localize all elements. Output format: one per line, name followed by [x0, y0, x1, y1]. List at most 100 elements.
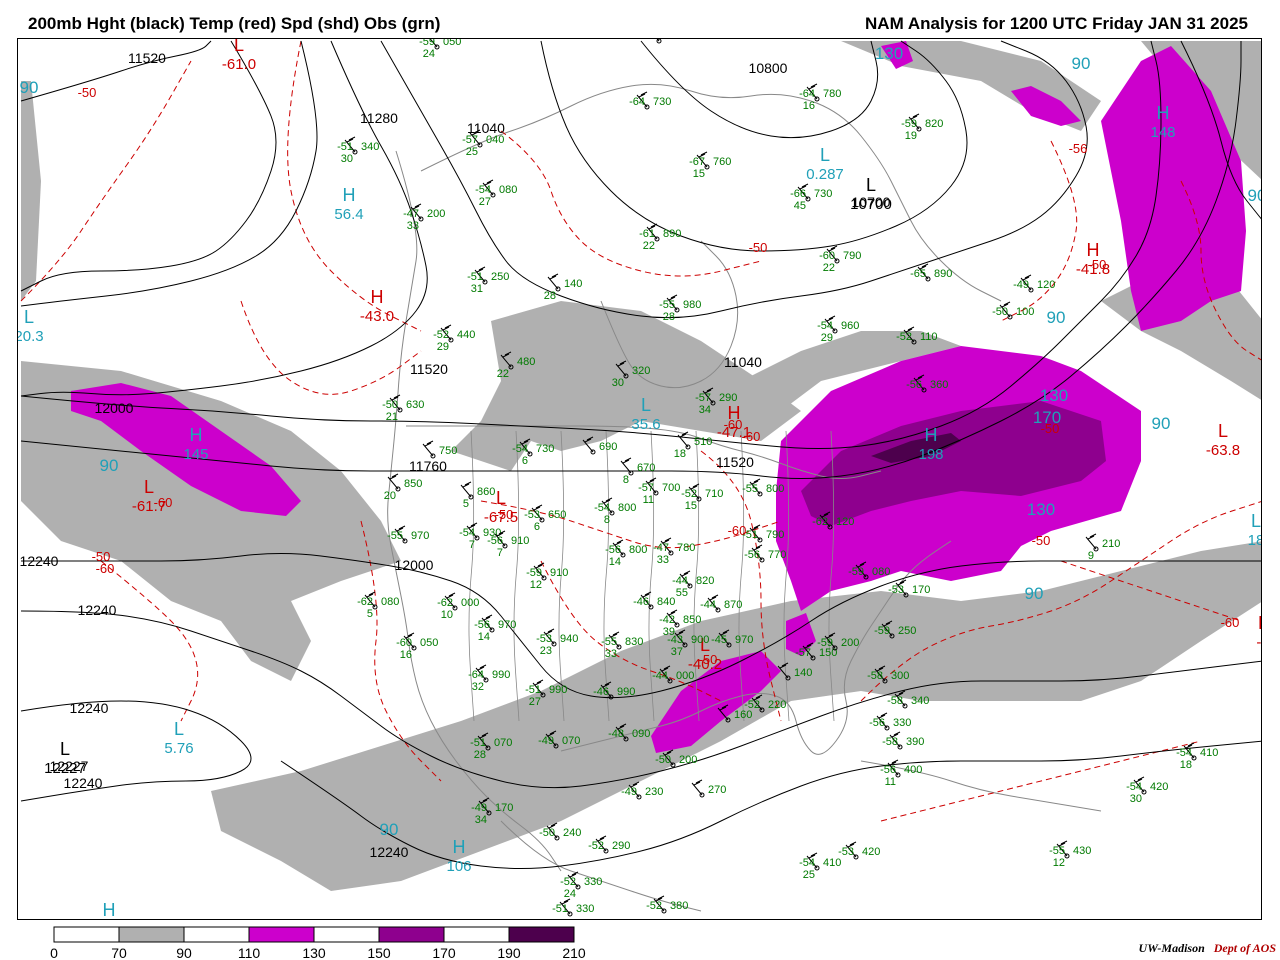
obs-height: 050: [443, 39, 461, 48]
station-observation: -53 420: [838, 841, 880, 860]
obs-height: 390: [906, 736, 924, 748]
height-contour-label: 12240: [78, 602, 117, 618]
obs-height: 330: [584, 876, 602, 888]
center-marker-letter: H: [371, 287, 384, 307]
center-marker-value: 0.287: [806, 166, 844, 183]
legend-color-bar: [53, 926, 575, 943]
legend-tick-label: 0: [50, 945, 58, 960]
height-contour: [20, 40, 212, 102]
obs-height: 430: [1073, 845, 1091, 857]
obs-temperature: -57: [695, 392, 711, 404]
obs-height: 960: [841, 320, 859, 332]
obs-temperature: -59: [848, 566, 864, 578]
obs-height: 940: [560, 633, 578, 645]
center-marker-value: -47.1: [717, 424, 751, 441]
obs-temperature: -53: [888, 584, 904, 596]
obs-dewpoint-depression: 18: [674, 448, 686, 460]
obs-temperature: -52: [646, 900, 662, 912]
station-observation: -55 980 28: [659, 294, 701, 323]
obs-dewpoint-depression: 29: [821, 332, 833, 344]
obs-height: 050: [420, 637, 438, 649]
height-contour: [380, 40, 1088, 319]
station-observation: -65 890: [910, 263, 952, 282]
obs-dewpoint-depression: 28: [474, 749, 486, 761]
temperature-contour: [1000, 140, 1078, 322]
obs-dewpoint-depression: 8: [623, 474, 629, 486]
temperature-contour-label: -56: [1069, 141, 1088, 156]
station-observation: -54 410 25: [799, 852, 841, 881]
obs-height: 800: [766, 483, 784, 495]
obs-height: 420: [1150, 781, 1168, 793]
station-observation: -50 100: [992, 301, 1034, 320]
obs-height: 820: [925, 118, 943, 130]
obs-height: 410: [823, 857, 841, 869]
height-contour-label: 11520: [716, 454, 754, 470]
obs-temperature: -57: [462, 134, 478, 146]
obs-height: 910: [550, 567, 568, 579]
center-marker-letter: H: [1157, 103, 1170, 123]
obs-height: 080: [872, 566, 890, 578]
height-contour: [20, 700, 252, 802]
wind-barb: [691, 779, 703, 796]
obs-temperature: -54: [1126, 781, 1142, 793]
obs-height: 990: [617, 686, 635, 698]
obs-temperature: -46: [593, 686, 609, 698]
station-observation: -52 710 15: [681, 483, 723, 512]
obs-height: 700: [662, 482, 680, 494]
obs-height: 910: [511, 535, 529, 547]
station-observation: -56 910 7: [487, 530, 529, 559]
obs-temperature: -64: [799, 88, 815, 100]
temperature-contour-label: -50: [92, 549, 111, 564]
obs-height: 800: [629, 544, 647, 556]
obs-height: 000: [676, 670, 694, 682]
obs-height: 850: [683, 614, 701, 626]
obs-temperature: -52: [433, 329, 449, 341]
weather-map: 11520 11280 11040 10800 10700 11040 11520 12000…: [17, 38, 1262, 920]
obs-temperature: -56: [744, 549, 760, 561]
station-observation: -56 970 14: [474, 614, 516, 643]
obs-dewpoint-depression: 37: [671, 646, 683, 658]
obs-temperature: -62: [812, 516, 828, 528]
obs-height: 290: [612, 840, 630, 852]
map-canvas: 1152011280110401080010700110401152012000…: [18, 39, 1262, 919]
obs-temperature: -66: [641, 39, 657, 42]
station-observation: -66 730 45: [790, 183, 832, 212]
obs-dewpoint-depression: 16: [803, 100, 815, 112]
center-marker-letter: H: [728, 403, 741, 423]
state-border: [513, 430, 520, 722]
credit-org: UW-Madison: [1138, 941, 1205, 955]
obs-dewpoint-depression: 21: [386, 411, 398, 423]
legend-swatch: [118, 926, 185, 943]
obs-height: 200: [679, 754, 697, 766]
obs-height: 220: [768, 699, 786, 711]
station-observation: -52 290: [588, 835, 630, 854]
speed-legend: 0 70 90 110 130 150 170 190 210: [50, 926, 586, 960]
legend-swatch: [378, 926, 445, 943]
obs-temperature: -67: [689, 156, 705, 168]
obs-height: 830: [625, 636, 643, 648]
station-observation: 750: [422, 440, 457, 459]
obs-temperature: -56: [474, 619, 490, 631]
obs-temperature: -52: [896, 331, 912, 343]
obs-height: 770: [768, 549, 786, 561]
obs-dewpoint-depression: 10: [441, 609, 453, 621]
obs-temperature: -52: [560, 876, 576, 888]
obs-temperature: -60: [396, 637, 412, 649]
obs-dewpoint-depression: 33: [605, 648, 617, 660]
obs-temperature: -56: [605, 544, 621, 556]
center-marker-value: 198: [918, 446, 943, 463]
obs-height: 170: [495, 802, 513, 814]
station-observation: -53 940 23: [536, 628, 578, 657]
station-observation: -62 080 5: [357, 591, 399, 620]
obs-dewpoint-depression: 25: [466, 146, 478, 158]
obs-height: 400: [904, 764, 922, 776]
obs-temperature: -56: [487, 535, 503, 547]
obs-height: 690: [599, 441, 617, 453]
height-contour-label: 12000: [395, 557, 434, 573]
legend-tick-labels: 0 70 90 110 130 150 170 190 210: [50, 945, 586, 960]
obs-height: 480: [517, 356, 535, 368]
station-observation: -51 330: [552, 898, 594, 917]
center-marker-value: -5: [1256, 634, 1262, 651]
obs-height: 040: [486, 134, 504, 146]
station-observation: -54 800 8: [594, 497, 636, 526]
